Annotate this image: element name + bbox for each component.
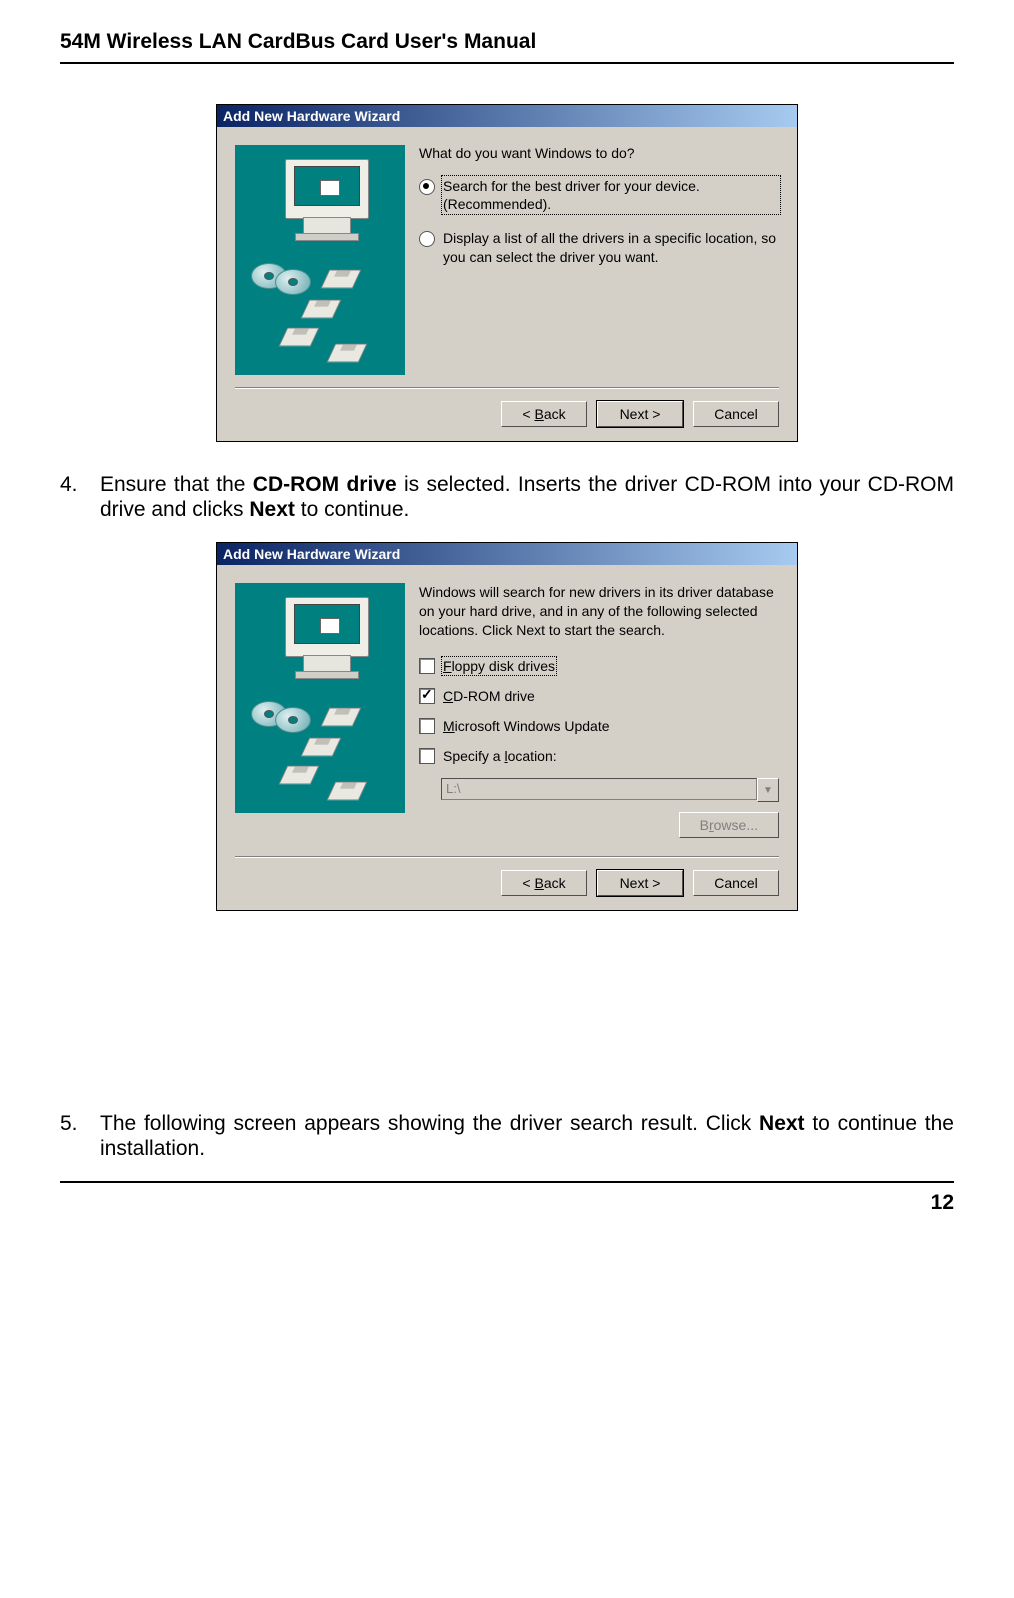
page-header: 54M Wireless LAN CardBus Card User's Man… [60, 30, 954, 54]
checkbox-icon [419, 688, 435, 704]
floppy-icon [301, 738, 342, 756]
dialog1-right: What do you want Windows to do? Search f… [419, 145, 779, 375]
check-specify-location[interactable]: Specify a location: [419, 748, 779, 764]
radio-display-list-label: Display a list of all the drivers in a s… [443, 229, 779, 265]
back-button[interactable]: < Back [501, 870, 587, 896]
check-cdrom[interactable]: CD-ROM drive [419, 688, 779, 704]
dialog1-titlebar: Add New Hardware Wizard [217, 105, 797, 127]
step5-content: The following screen appears showing the… [100, 1111, 954, 1161]
check-windows-update-label: Microsoft Windows Update [443, 718, 610, 734]
check-floppy[interactable]: Floppy disk drives [419, 658, 779, 674]
monitor-foot-icon [295, 671, 359, 679]
dialog1-question: What do you want Windows to do? [419, 145, 779, 161]
dialog2: Add New Hardware Wizard Windows will sea… [216, 542, 798, 911]
dialog1-buttons: < Back Next > Cancel [217, 389, 797, 441]
checkbox-icon [419, 748, 435, 764]
step5-num: 5. [60, 1111, 86, 1161]
header-rule [60, 62, 954, 64]
back-button[interactable]: < Back [501, 401, 587, 427]
radio-search-best[interactable]: Search for the best driver for your devi… [419, 177, 779, 213]
next-button[interactable]: Next > [597, 870, 683, 896]
floppy-icon [301, 300, 342, 318]
location-input: L:\ [441, 778, 757, 800]
dialog1-body: What do you want Windows to do? Search f… [217, 127, 797, 387]
step5-text: 5. The following screen appears showing … [60, 1111, 954, 1161]
dialog2-titlebar: Add New Hardware Wizard [217, 543, 797, 565]
monitor-icon [285, 159, 369, 219]
check-floppy-label: Floppy disk drives [443, 658, 555, 674]
step4-num: 4. [60, 472, 86, 522]
cd-icon [275, 707, 311, 733]
dialog2-body: Windows will search for new drivers in i… [217, 565, 797, 856]
check-cdrom-label: CD-ROM drive [443, 688, 535, 704]
checkbox-icon [419, 718, 435, 734]
dialog2-right: Windows will search for new drivers in i… [419, 583, 779, 844]
monitor-foot-icon [295, 233, 359, 241]
cancel-button[interactable]: Cancel [693, 401, 779, 427]
cancel-button[interactable]: Cancel [693, 870, 779, 896]
browse-button: Browse... [679, 812, 779, 838]
radio-icon [419, 231, 435, 247]
dialog2-buttons: < Back Next > Cancel [217, 858, 797, 910]
floppy-icon [279, 328, 320, 346]
floppy-icon [321, 270, 362, 288]
radio-icon [419, 179, 435, 195]
floppy-icon [321, 708, 362, 726]
next-button[interactable]: Next > [597, 401, 683, 427]
cd-icon [275, 269, 311, 295]
check-specify-location-label: Specify a location: [443, 748, 557, 764]
check-windows-update[interactable]: Microsoft Windows Update [419, 718, 779, 734]
dialog1-graphic [235, 145, 405, 375]
browse-row: Browse... [419, 812, 779, 838]
dialog1: Add New Hardware Wizard What do you want… [216, 104, 798, 442]
location-input-row: L:\ ▼ [441, 778, 779, 802]
floppy-icon [279, 766, 320, 784]
dialog2-info: Windows will search for new drivers in i… [419, 583, 779, 640]
step4-text: 4. Ensure that the CD-ROM drive is selec… [60, 472, 954, 522]
spacer [60, 941, 954, 1101]
step4-content: Ensure that the CD-ROM drive is selected… [100, 472, 954, 522]
dialog2-graphic [235, 583, 405, 813]
location-dropdown-button: ▼ [757, 778, 779, 802]
page-number: 12 [60, 1191, 954, 1215]
radio-display-list[interactable]: Display a list of all the drivers in a s… [419, 229, 779, 265]
dialog1-container: Add New Hardware Wizard What do you want… [60, 104, 954, 442]
monitor-icon [285, 597, 369, 657]
dialog2-container: Add New Hardware Wizard Windows will sea… [60, 542, 954, 911]
footer-rule [60, 1181, 954, 1183]
floppy-icon [327, 344, 368, 362]
checkbox-icon [419, 658, 435, 674]
floppy-icon [327, 782, 368, 800]
radio-search-best-label: Search for the best driver for your devi… [443, 177, 779, 213]
